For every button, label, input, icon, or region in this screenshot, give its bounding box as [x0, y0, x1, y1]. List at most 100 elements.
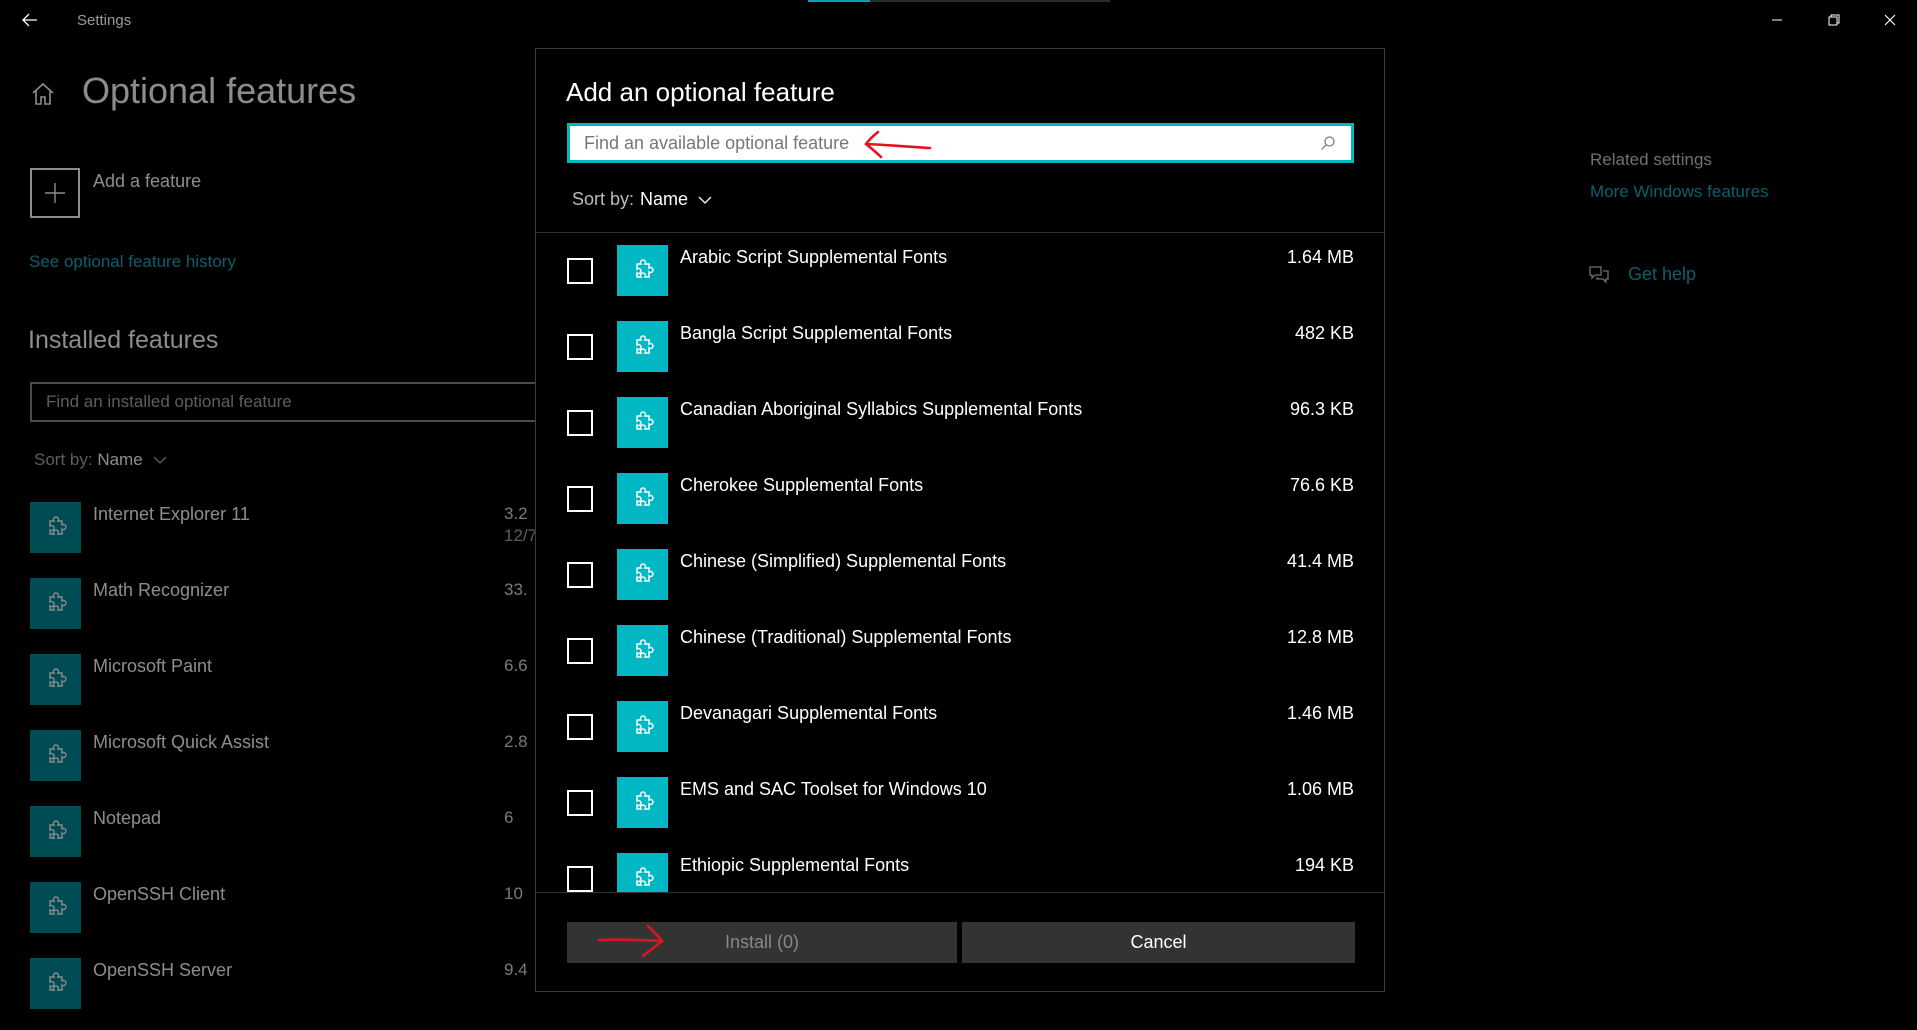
- installed-sort-value: Name: [97, 450, 143, 469]
- add-feature-button[interactable]: [30, 168, 80, 218]
- feature-name: Ethiopic Supplemental Fonts: [680, 855, 910, 875]
- install-button[interactable]: Install (0): [567, 922, 957, 963]
- search-icon[interactable]: [1319, 134, 1337, 152]
- close-icon: [1884, 14, 1896, 26]
- installed-item-name: OpenSSH Client: [93, 884, 226, 904]
- installed-item[interactable]: OpenSSH Client 10: [30, 882, 590, 938]
- dialog-title: Add an optional feature: [566, 77, 835, 107]
- feature-row[interactable]: Arabic Script Supplemental Fonts 1.64 MB: [536, 232, 1384, 308]
- feature-name: Arabic Script Supplemental Fonts: [680, 247, 948, 267]
- installed-search-input[interactable]: Find an installed optional feature: [30, 382, 590, 422]
- installed-item-size: 6.6: [504, 656, 528, 675]
- add-optional-feature-dialog: Add an optional feature Sort by: Name Ar…: [535, 48, 1385, 992]
- dialog-sort-value: Name: [640, 189, 689, 209]
- feature-size: 1.06 MB: [1286, 779, 1354, 799]
- installed-item[interactable]: OpenSSH Server 9.4: [30, 958, 590, 1014]
- installed-item-size: 6: [504, 808, 514, 827]
- feature-name: Chinese (Traditional) Supplemental Fonts: [680, 627, 1012, 647]
- feature-row[interactable]: Canadian Aboriginal Syllabics Supplement…: [536, 384, 1384, 460]
- feature-checkbox[interactable]: [567, 562, 593, 588]
- installed-item-name: Notepad: [93, 808, 162, 828]
- installed-item[interactable]: Notepad 6: [30, 806, 590, 862]
- available-feature-list[interactable]: Arabic Script Supplemental Fonts 1.64 MB…: [536, 232, 1384, 892]
- installed-sort[interactable]: Sort by: Name: [34, 450, 167, 470]
- feature-name: EMS and SAC Toolset for Windows 10: [680, 779, 987, 799]
- related-settings: Related settings More Windows features: [1590, 150, 1769, 201]
- feature-checkbox[interactable]: [567, 714, 593, 740]
- feature-row[interactable]: Ethiopic Supplemental Fonts 194 KB: [536, 840, 1384, 892]
- feature-row[interactable]: Chinese (Simplified) Supplemental Fonts …: [536, 536, 1384, 612]
- installed-item-size: 33.: [504, 580, 528, 599]
- installed-item-name: Internet Explorer 11: [93, 504, 250, 524]
- close-button[interactable]: [1862, 0, 1917, 40]
- get-help[interactable]: Get help: [1588, 264, 1696, 285]
- restore-icon: [1828, 14, 1840, 26]
- puzzle-icon: [617, 549, 668, 600]
- feature-name: Bangla Script Supplemental Fonts: [680, 323, 953, 343]
- feature-row[interactable]: Devanagari Supplemental Fonts 1.46 MB: [536, 688, 1384, 764]
- puzzle-icon: [617, 245, 668, 296]
- plus-icon: [45, 183, 65, 203]
- installed-item[interactable]: Internet Explorer 11 3.2 12/7: [30, 502, 590, 558]
- home-icon[interactable]: [29, 80, 57, 108]
- installed-item-name: Math Recognizer: [93, 580, 230, 600]
- feature-search-input[interactable]: [584, 132, 1319, 154]
- puzzle-icon: [617, 397, 668, 448]
- minimize-button[interactable]: [1749, 0, 1805, 40]
- puzzle-icon: [30, 654, 81, 705]
- installed-item-name: OpenSSH Server: [93, 960, 233, 980]
- get-help-link[interactable]: Get help: [1628, 264, 1696, 285]
- related-settings-title: Related settings: [1590, 150, 1712, 169]
- feature-name: Cherokee Supplemental Fonts: [680, 475, 924, 495]
- installed-item[interactable]: Math Recognizer 33.: [30, 578, 590, 634]
- installed-features-heading: Installed features: [28, 326, 219, 354]
- installed-item[interactable]: Microsoft Paint 6.6: [30, 654, 590, 710]
- add-feature-label[interactable]: Add a feature: [93, 171, 201, 192]
- puzzle-icon: [30, 958, 81, 1009]
- dialog-sort-dropdown[interactable]: Sort by: Name: [572, 189, 712, 210]
- puzzle-icon: [30, 806, 81, 857]
- restore-button[interactable]: [1806, 0, 1862, 40]
- installed-item[interactable]: Microsoft Quick Assist 2.8: [30, 730, 590, 786]
- dialog-sort-label: Sort by:: [572, 189, 635, 209]
- back-arrow-icon: [22, 13, 37, 27]
- puzzle-icon: [617, 321, 668, 372]
- feature-checkbox[interactable]: [567, 638, 593, 664]
- installed-sort-label: Sort by:: [34, 450, 93, 469]
- feature-checkbox[interactable]: [567, 486, 593, 512]
- feature-history-link[interactable]: See optional feature history: [29, 252, 236, 272]
- accent-strip: [808, 0, 870, 2]
- feature-search-box[interactable]: [567, 123, 1354, 163]
- feature-name: Devanagari Supplemental Fonts: [680, 703, 938, 723]
- puzzle-icon: [617, 777, 668, 828]
- feature-size: 12.8 MB: [1286, 627, 1354, 647]
- installed-item-size: 2.8: [504, 732, 528, 751]
- puzzle-icon: [30, 882, 81, 933]
- feature-checkbox[interactable]: [567, 334, 593, 360]
- feature-checkbox[interactable]: [567, 410, 593, 436]
- top-strip: [870, 0, 1110, 2]
- installed-item-name: Microsoft Paint: [93, 656, 213, 676]
- installed-item-name: Microsoft Quick Assist: [93, 732, 270, 752]
- installed-item-size: 9.4: [504, 960, 528, 979]
- feature-checkbox[interactable]: [567, 866, 593, 892]
- installed-item-size: 3.2: [504, 504, 528, 523]
- cancel-button[interactable]: Cancel: [962, 922, 1355, 963]
- feature-row[interactable]: Bangla Script Supplemental Fonts 482 KB: [536, 308, 1384, 384]
- page-title: Optional features: [82, 70, 357, 111]
- feature-row[interactable]: Cherokee Supplemental Fonts 76.6 KB: [536, 460, 1384, 536]
- feature-row[interactable]: Chinese (Traditional) Supplemental Fonts…: [536, 612, 1384, 688]
- puzzle-icon: [617, 853, 668, 892]
- back-button[interactable]: [16, 6, 44, 34]
- installed-item-size: 10: [504, 884, 523, 903]
- window-title: Settings: [77, 12, 132, 29]
- feature-checkbox[interactable]: [567, 790, 593, 816]
- feature-row[interactable]: EMS and SAC Toolset for Windows 10 1.06 …: [536, 764, 1384, 840]
- feature-checkbox[interactable]: [567, 258, 593, 284]
- feature-name: Chinese (Simplified) Supplemental Fonts: [680, 551, 1007, 571]
- puzzle-icon: [30, 730, 81, 781]
- feature-size: 194 KB: [1294, 855, 1354, 875]
- more-windows-features-link[interactable]: More Windows features: [1590, 182, 1769, 202]
- minimize-icon: [1772, 19, 1782, 21]
- chevron-down-icon: [698, 196, 712, 204]
